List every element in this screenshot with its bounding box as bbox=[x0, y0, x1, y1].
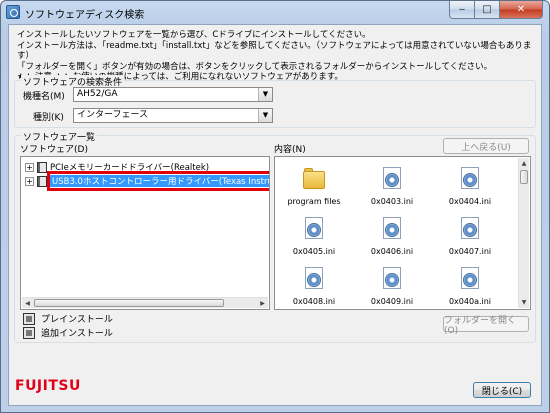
search-conditions-group: ソフトウェアの検索条件 機種名(M) AH52/GA ▼ 種別(K) インターフ… bbox=[14, 75, 536, 128]
file-name: 0x0409.ini bbox=[370, 297, 414, 306]
scroll-down-icon[interactable]: ▼ bbox=[519, 297, 529, 308]
file-item[interactable]: 0x0406.ini bbox=[359, 215, 425, 256]
expand-icon[interactable]: + bbox=[25, 162, 34, 172]
file-item[interactable]: 0x0404.ini bbox=[437, 165, 503, 206]
preinstall-legend: プレインストール bbox=[23, 312, 113, 325]
app-window: ソフトウェアディスク検索 ‒ □ ✕ インストールしたいソフトウェアを一覧から選… bbox=[0, 0, 550, 413]
file-item[interactable]: 0x0407.ini bbox=[437, 215, 503, 256]
preinstall-icon bbox=[23, 312, 35, 325]
minimize-button[interactable]: ‒ bbox=[449, 1, 475, 19]
window-controls: ‒ □ ✕ bbox=[449, 1, 543, 19]
up-button[interactable]: 上へ戻る(U) bbox=[443, 138, 529, 154]
horizontal-scrollbar[interactable]: ◀ ▶ bbox=[22, 297, 268, 308]
file-name: 0x0403.ini bbox=[370, 197, 414, 206]
highlight-outline bbox=[47, 171, 269, 191]
scroll-right-icon[interactable]: ▶ bbox=[257, 298, 268, 308]
ini-file-icon bbox=[379, 165, 405, 193]
fujitsu-logo: FUJITSU bbox=[15, 378, 81, 394]
software-tree[interactable]: + PCIeメモリーカードドライバー(Realtek) + USB3.0ホストコ… bbox=[20, 156, 270, 310]
type-label: 種別(K) bbox=[33, 113, 64, 123]
scroll-left-icon[interactable]: ◀ bbox=[22, 298, 33, 308]
file-item[interactable]: 0x0405.ini bbox=[281, 215, 347, 256]
additional-install-icon bbox=[23, 326, 35, 339]
folder-icon bbox=[301, 165, 327, 193]
file-item[interactable]: program files bbox=[281, 165, 347, 206]
file-item[interactable]: 0x040a.ini bbox=[437, 265, 503, 306]
chevron-down-icon[interactable]: ▼ bbox=[258, 109, 272, 122]
additional-install-label: 追加インストール bbox=[41, 329, 113, 339]
model-label: 機種名(M) bbox=[23, 92, 65, 102]
title-bar[interactable]: ソフトウェアディスク検索 ‒ □ ✕ bbox=[1, 1, 549, 23]
type-select[interactable]: インターフェース ▼ bbox=[73, 108, 273, 123]
expand-icon[interactable]: + bbox=[25, 176, 34, 186]
maximize-button[interactable]: □ bbox=[475, 1, 500, 19]
file-name: 0x0406.ini bbox=[370, 247, 414, 256]
file-item[interactable]: 0x0409.ini bbox=[359, 265, 425, 306]
ini-file-icon bbox=[457, 165, 483, 193]
file-item[interactable]: 0x0403.ini bbox=[359, 165, 425, 206]
file-name: 0x0404.ini bbox=[448, 197, 492, 206]
type-value: インターフェース bbox=[77, 110, 149, 120]
scroll-thumb[interactable] bbox=[520, 170, 528, 184]
instruction-line: インストールしたいソフトウェアを一覧から選び、Cドライブにインストールしてくださ… bbox=[17, 30, 371, 40]
file-name: 0x040a.ini bbox=[448, 297, 492, 306]
file-name: 0x0407.ini bbox=[448, 247, 492, 256]
additional-install-legend: 追加インストール bbox=[23, 326, 113, 339]
software-list-group: ソフトウェア一覧 ソフトウェア(D) 内容(N) 上へ戻る(U) + PCIeメ… bbox=[14, 130, 536, 343]
instruction-line: インストール方法は、「readme.txt」「install.txt」などを参照… bbox=[17, 40, 532, 62]
open-folder-button[interactable]: フォルダーを開く(O) bbox=[443, 316, 529, 336]
file-name: 0x0405.ini bbox=[292, 247, 336, 256]
vertical-scrollbar[interactable]: ▲ ▼ bbox=[518, 158, 529, 308]
close-button[interactable]: 閉じる(C) bbox=[473, 382, 531, 398]
contents-view[interactable]: program files 0x0403.ini 0x0404.ini 0x04… bbox=[274, 156, 531, 310]
book-icon bbox=[37, 161, 47, 173]
software-tree-label: ソフトウェア(D) bbox=[20, 145, 88, 155]
file-name: program files bbox=[287, 197, 341, 206]
chevron-down-icon[interactable]: ▼ bbox=[258, 88, 272, 101]
close-window-button[interactable]: ✕ bbox=[500, 1, 543, 19]
model-value: AH52/GA bbox=[77, 89, 118, 99]
instruction-line: 「フォルダーを開く」ボタンが有効の場合は、ボタンをクリックして表示されるフォルダ… bbox=[17, 61, 493, 72]
file-item[interactable]: 0x0408.ini bbox=[281, 265, 347, 306]
scroll-up-icon[interactable]: ▲ bbox=[519, 158, 529, 169]
dialog-body: インストールしたいソフトウェアを一覧から選び、Cドライブにインストールしてくださ… bbox=[8, 24, 542, 406]
model-select[interactable]: AH52/GA ▼ bbox=[73, 87, 273, 102]
ini-file-icon bbox=[457, 215, 483, 243]
ini-file-icon bbox=[301, 215, 327, 243]
app-icon bbox=[6, 5, 20, 19]
contents-label: 内容(N) bbox=[274, 145, 306, 155]
window-title: ソフトウェアディスク検索 bbox=[25, 10, 145, 21]
book-icon bbox=[37, 175, 47, 187]
scroll-thumb[interactable] bbox=[34, 299, 224, 307]
file-name: 0x0408.ini bbox=[292, 297, 336, 306]
ini-file-icon bbox=[301, 265, 327, 293]
preinstall-label: プレインストール bbox=[41, 315, 113, 325]
ini-file-icon bbox=[379, 215, 405, 243]
ini-file-icon bbox=[457, 265, 483, 293]
ini-file-icon bbox=[379, 265, 405, 293]
